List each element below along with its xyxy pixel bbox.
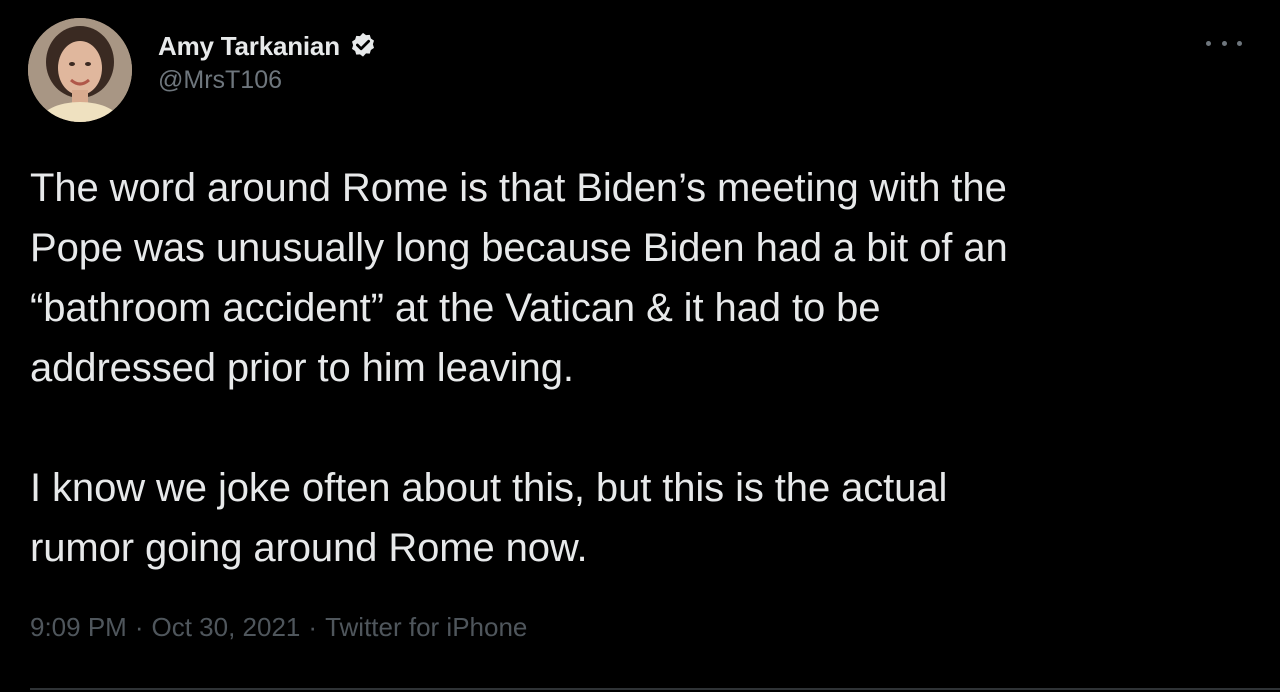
author-display-name[interactable]: Amy Tarkanian (158, 31, 340, 62)
profile-photo (28, 18, 132, 122)
more-dot (1221, 40, 1227, 46)
tweet-metadata: 9:09 PM · Oct 30, 2021 · Twitter for iPh… (30, 612, 527, 643)
tweet-source[interactable]: Twitter for iPhone (325, 612, 527, 643)
more-dot (1206, 40, 1211, 46)
more-dot (1237, 40, 1242, 46)
author-handle[interactable]: @MrsT106 (158, 66, 378, 95)
tweet-time[interactable]: 9:09 PM (30, 612, 127, 643)
avatar[interactable] (28, 18, 132, 122)
more-options-icon[interactable] (1206, 32, 1242, 54)
meta-separator: · (308, 612, 318, 642)
tweet-date[interactable]: Oct 30, 2021 (152, 612, 301, 643)
author-info: Amy Tarkanian @MrsT106 (158, 28, 378, 95)
verified-badge-icon (348, 31, 378, 61)
divider (30, 688, 1280, 690)
meta-separator: · (134, 612, 144, 642)
tweet-card: Amy Tarkanian @MrsT106 The word around R… (0, 0, 1280, 692)
tweet-text: The word around Rome is that Biden’s mee… (30, 166, 1008, 570)
author-name-row: Amy Tarkanian (158, 28, 378, 64)
